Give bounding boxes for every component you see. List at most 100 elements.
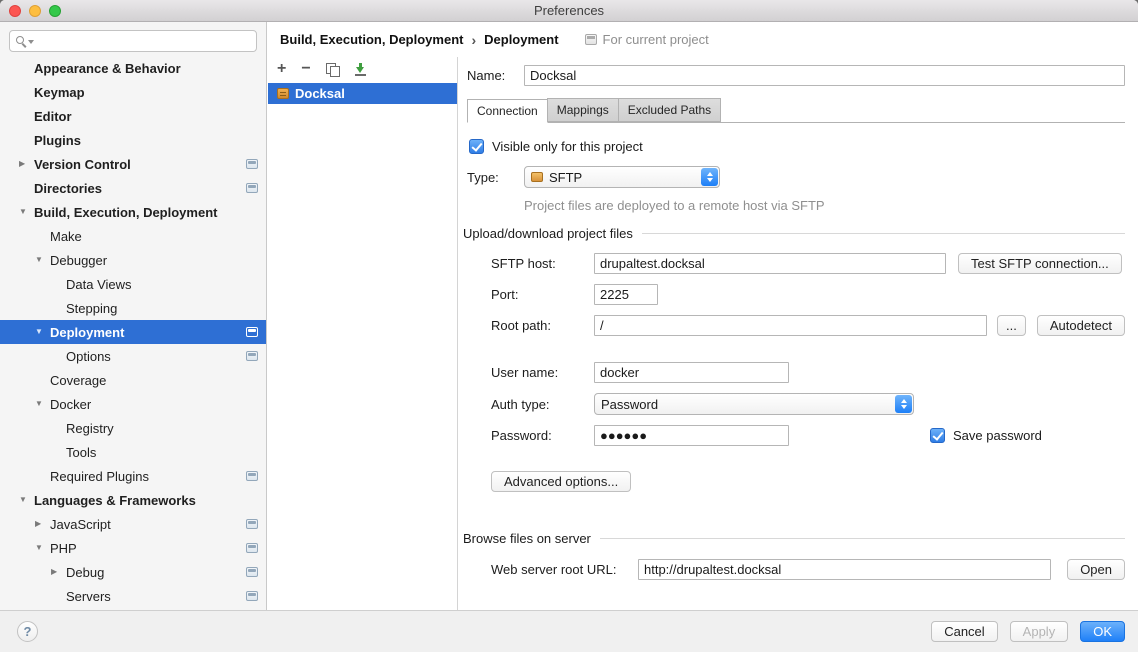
sidebar-item-label: Servers xyxy=(66,589,111,604)
sidebar-item-label: Registry xyxy=(66,421,114,436)
auth-type-dropdown[interactable]: Password xyxy=(594,393,914,415)
sidebar-item-label: Docker xyxy=(50,397,91,412)
preferences-window: Preferences Appearance & BehaviorKeymapE… xyxy=(0,0,1138,652)
upload-section-title: Upload/download project files xyxy=(463,226,633,241)
traffic-lights xyxy=(9,5,61,17)
apply-button[interactable]: Apply xyxy=(1010,621,1069,642)
chevron-right-icon[interactable]: ▶ xyxy=(18,152,34,176)
minimize-button[interactable] xyxy=(29,5,41,17)
search-options-caret-icon[interactable] xyxy=(28,40,34,44)
open-button[interactable]: Open xyxy=(1067,559,1125,580)
sidebar-item-label: Keymap xyxy=(34,85,85,100)
add-icon[interactable]: + xyxy=(277,62,286,76)
zoom-button[interactable] xyxy=(49,5,61,17)
sidebar-item-editor[interactable]: Editor xyxy=(0,104,266,128)
sftp-host-field[interactable] xyxy=(594,253,946,274)
chevron-down-icon[interactable]: ▼ xyxy=(34,392,50,416)
advanced-options-button[interactable]: Advanced options... xyxy=(491,471,631,492)
chevron-right-icon[interactable]: ▶ xyxy=(50,560,66,584)
sidebar-item-debug[interactable]: ▶Debug xyxy=(0,560,266,584)
browse-section-title: Browse files on server xyxy=(463,531,591,546)
sidebar-item-label: Version Control xyxy=(34,157,131,172)
port-label: Port: xyxy=(491,287,594,302)
sidebar-item-label: Debug xyxy=(66,565,104,580)
sidebar-item-label: Editor xyxy=(34,109,72,124)
web-root-row: Web server root URL: Open xyxy=(491,559,1125,580)
sidebar-item-appearance-behavior[interactable]: Appearance & Behavior xyxy=(0,56,266,80)
breadcrumb-parent[interactable]: Build, Execution, Deployment xyxy=(280,32,463,47)
sidebar-item-build-execution-deployment[interactable]: ▼Build, Execution, Deployment xyxy=(0,200,266,224)
remove-icon[interactable]: − xyxy=(301,62,310,76)
chevron-right-icon[interactable]: ▶ xyxy=(34,512,50,536)
chevron-down-icon[interactable]: ▼ xyxy=(18,488,34,512)
sidebar-item-stepping[interactable]: Stepping xyxy=(0,296,266,320)
tab-excluded-paths[interactable]: Excluded Paths xyxy=(618,98,721,122)
sidebar-item-tools[interactable]: Tools xyxy=(0,440,266,464)
breadcrumb-separator-icon: › xyxy=(471,32,476,48)
password-field[interactable] xyxy=(594,425,789,446)
sidebar-item-javascript[interactable]: ▶JavaScript xyxy=(0,512,266,536)
chevron-down-icon[interactable]: ▼ xyxy=(34,320,50,344)
sidebar-item-data-views[interactable]: Data Views xyxy=(0,272,266,296)
copy-icon[interactable] xyxy=(326,63,339,76)
sidebar-item-docker[interactable]: ▼Docker xyxy=(0,392,266,416)
sidebar-item-version-control[interactable]: ▶Version Control xyxy=(0,152,266,176)
password-row: Password: Save password xyxy=(491,425,1125,446)
sidebar-item-label: Appearance & Behavior xyxy=(34,61,181,76)
sidebar-item-plugins[interactable]: Plugins xyxy=(0,128,266,152)
chevron-down-icon[interactable]: ▼ xyxy=(34,536,50,560)
sidebar-item-make[interactable]: Make xyxy=(0,224,266,248)
sidebar-item-languages-frameworks[interactable]: ▼Languages & Frameworks xyxy=(0,488,266,512)
search-icon xyxy=(16,36,24,44)
sidebar-item-required-plugins[interactable]: Required Plugins xyxy=(0,464,266,488)
root-path-field[interactable] xyxy=(594,315,987,336)
sidebar-item-label: Deployment xyxy=(50,325,124,340)
current-project-icon xyxy=(585,34,597,45)
sidebar-item-servers[interactable]: Servers xyxy=(0,584,266,608)
server-item-label: Docksal xyxy=(295,86,345,101)
autodetect-button[interactable]: Autodetect xyxy=(1037,315,1125,336)
dropdown-stepper-icon xyxy=(701,168,718,186)
sidebar-item-label: Required Plugins xyxy=(50,469,149,484)
auth-type-value: Password xyxy=(601,397,658,412)
type-row: Type: SFTP xyxy=(467,166,1125,188)
sidebar-item-options[interactable]: Options xyxy=(0,344,266,368)
auth-type-label: Auth type: xyxy=(491,397,594,412)
sidebar-item-debugger[interactable]: ▼Debugger xyxy=(0,248,266,272)
sidebar-item-keymap[interactable]: Keymap xyxy=(0,80,266,104)
tab-connection[interactable]: Connection xyxy=(467,99,548,123)
sidebar-item-directories[interactable]: Directories xyxy=(0,176,266,200)
sftp-host-row: SFTP host: Test SFTP connection... xyxy=(491,253,1125,274)
sidebar-item-registry[interactable]: Registry xyxy=(0,416,266,440)
tab-mappings[interactable]: Mappings xyxy=(547,98,619,122)
root-path-label: Root path: xyxy=(491,318,594,333)
sidebar-item-label: Debugger xyxy=(50,253,107,268)
user-name-field[interactable] xyxy=(594,362,789,383)
server-item-docksal[interactable]: Docksal xyxy=(268,83,457,104)
import-icon[interactable] xyxy=(354,63,367,76)
web-root-field[interactable] xyxy=(638,559,1051,580)
close-button[interactable] xyxy=(9,5,21,17)
chevron-down-icon[interactable]: ▼ xyxy=(18,200,34,224)
port-field[interactable] xyxy=(594,284,658,305)
sidebar-item-php[interactable]: ▼PHP xyxy=(0,536,266,560)
visible-only-label: Visible only for this project xyxy=(492,139,643,154)
help-button[interactable]: ? xyxy=(17,621,38,642)
footer-bar: ? Cancel Apply OK xyxy=(0,610,1138,652)
search-input[interactable] xyxy=(10,31,256,51)
chevron-down-icon[interactable]: ▼ xyxy=(34,248,50,272)
visible-only-checkbox[interactable] xyxy=(469,139,484,154)
root-path-row: Root path: ... Autodetect xyxy=(491,315,1125,336)
test-sftp-connection-button[interactable]: Test SFTP connection... xyxy=(958,253,1122,274)
save-password-checkbox[interactable] xyxy=(930,428,945,443)
server-list-toolbar: + − xyxy=(268,57,457,81)
project-scope-icon xyxy=(246,519,258,529)
type-dropdown[interactable]: SFTP xyxy=(524,166,720,188)
ok-button[interactable]: OK xyxy=(1080,621,1125,642)
browse-root-button[interactable]: ... xyxy=(997,315,1026,336)
sidebar-item-coverage[interactable]: Coverage xyxy=(0,368,266,392)
sidebar-item-deployment[interactable]: ▼Deployment xyxy=(0,320,266,344)
footer-buttons: Cancel Apply OK xyxy=(931,621,1125,642)
cancel-button[interactable]: Cancel xyxy=(931,621,997,642)
name-field[interactable] xyxy=(524,65,1125,86)
